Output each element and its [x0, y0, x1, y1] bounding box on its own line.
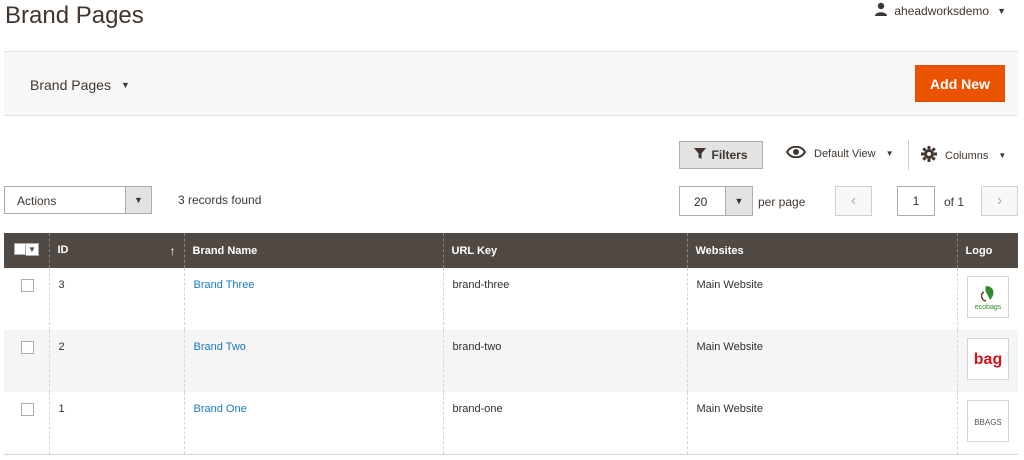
view-label: Default View — [814, 147, 876, 160]
id-cell: 2 — [48, 330, 184, 392]
store-switcher-label: Brand Pages — [30, 77, 111, 93]
logo-cell: BBAGS — [956, 392, 1018, 455]
store-switcher[interactable]: Brand Pages ▼ — [30, 77, 130, 93]
row-select-cell — [4, 330, 49, 392]
url-key-cell: brand-three — [442, 268, 687, 330]
logo-cell: ecobags — [956, 268, 1018, 330]
chevron-down-icon: ▼ — [26, 242, 39, 256]
logo-text: ecobags — [974, 304, 1001, 311]
row-checkbox[interactable] — [21, 403, 34, 416]
previous-page-button[interactable]: ‹ — [835, 186, 872, 216]
grid-header-row: ▼ ID ↑ Brand Name URL Key Websites Logo — [4, 233, 1018, 268]
logo-text: BBAGS — [974, 418, 1002, 427]
brand-name-link[interactable]: Brand Three — [194, 279, 255, 291]
row-select-cell — [4, 392, 49, 455]
chevron-down-icon: ▼ — [997, 5, 1006, 16]
page-actions-bar: Brand Pages ▼ Add New — [4, 51, 1018, 116]
per-page-select[interactable]: 20 ▼ — [679, 186, 753, 216]
columns-label: Columns — [945, 149, 989, 162]
per-page-value: 20 — [694, 195, 708, 209]
row-checkbox[interactable] — [21, 279, 34, 292]
chevron-down-icon: ▼ — [885, 149, 894, 158]
websites-cell: Main Website — [686, 330, 957, 392]
column-header-url-key[interactable]: URL Key — [442, 233, 687, 268]
mass-select-header[interactable]: ▼ — [4, 233, 49, 268]
user-icon — [874, 2, 888, 19]
actions-label: Actions — [17, 194, 57, 208]
id-cell: 3 — [48, 268, 184, 330]
table-row[interactable]: 1 Brand One brand-one Main Website BBAGS — [4, 392, 1018, 455]
eye-icon — [785, 145, 807, 161]
row-checkbox[interactable] — [21, 341, 34, 354]
filters-button[interactable]: Filters — [679, 141, 763, 169]
brand-name-cell: Brand Three — [183, 268, 443, 330]
sort-ascending-icon: ↑ — [169, 243, 176, 258]
view-switcher[interactable]: Default View ▼ — [785, 145, 894, 161]
brand-logo-bbags[interactable]: BBAGS — [966, 400, 1009, 442]
brand-name-link[interactable]: Brand One — [194, 403, 247, 415]
add-new-button[interactable]: Add New — [915, 65, 1005, 102]
current-page-input[interactable]: 1 — [897, 186, 935, 216]
brand-logo-bag[interactable]: bag — [966, 338, 1009, 380]
brand-grid: ▼ ID ↑ Brand Name URL Key Websites Logo … — [4, 233, 1018, 455]
user-account-menu[interactable]: aheadworksdemo ▼ — [874, 2, 1006, 19]
column-header-websites[interactable]: Websites — [686, 233, 957, 268]
chevron-left-icon: ‹ — [850, 192, 857, 209]
brand-name-cell: Brand Two — [183, 330, 443, 392]
brand-name-cell: Brand One — [183, 392, 443, 455]
filters-label: Filters — [711, 148, 748, 162]
logo-text: bag — [973, 351, 1001, 368]
next-page-button[interactable]: › — [981, 186, 1018, 216]
columns-switcher[interactable]: Columns ▼ — [921, 146, 1006, 165]
brand-logo-ecobags[interactable]: ecobags — [966, 276, 1009, 318]
chevron-down-icon: ▼ — [120, 80, 130, 90]
chevron-down-icon: ▼ — [998, 151, 1007, 160]
table-row[interactable]: 3 Brand Three brand-three Main Website e… — [4, 268, 1018, 330]
chevron-right-icon: › — [996, 192, 1003, 209]
chevron-down-icon: ▼ — [725, 187, 752, 215]
column-header-brand-name[interactable]: Brand Name — [183, 233, 443, 268]
username: aheadworksdemo — [894, 3, 990, 18]
gear-icon — [921, 146, 937, 165]
websites-cell: Main Website — [686, 268, 957, 330]
url-key-cell: brand-one — [442, 392, 687, 455]
per-page-label: per page — [758, 195, 806, 209]
brand-name-link[interactable]: Brand Two — [194, 341, 246, 353]
url-key-cell: brand-two — [442, 330, 687, 392]
filter-icon — [694, 147, 707, 163]
websites-cell: Main Website — [686, 392, 957, 455]
table-row[interactable]: 2 Brand Two brand-two Main Website bag — [4, 330, 1018, 392]
logo-cell: bag — [956, 330, 1018, 392]
column-header-label: ID — [57, 243, 69, 256]
mass-select-checkbox[interactable]: ▼ — [14, 242, 39, 256]
checkbox-box — [14, 243, 26, 256]
row-select-cell — [4, 268, 49, 330]
column-header-id[interactable]: ID ↑ — [48, 233, 184, 268]
chevron-down-icon: ▼ — [125, 187, 151, 213]
total-pages-label: of 1 — [944, 195, 965, 209]
page-title: Brand Pages — [5, 2, 144, 29]
id-cell: 1 — [48, 392, 184, 455]
mass-actions-select[interactable]: Actions ▼ — [4, 186, 152, 214]
toolbar-divider — [908, 140, 909, 170]
column-header-logo[interactable]: Logo — [956, 233, 1018, 268]
records-found: 3 records found — [178, 193, 262, 207]
